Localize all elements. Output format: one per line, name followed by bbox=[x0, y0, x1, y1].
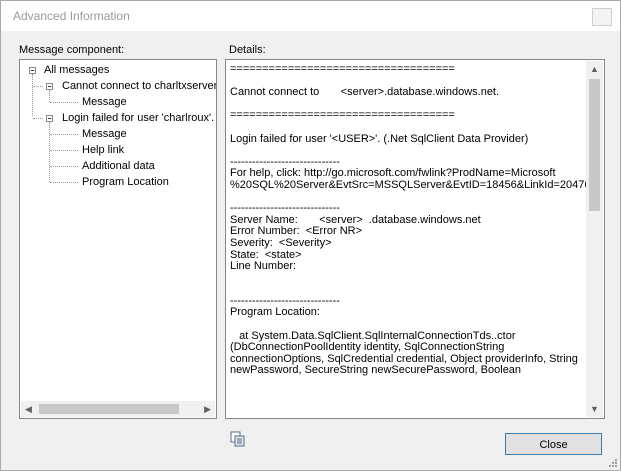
message-component-label: Message component: bbox=[19, 44, 125, 56]
scrollbar-thumb[interactable] bbox=[39, 404, 179, 414]
close-button[interactable]: Close bbox=[505, 433, 602, 455]
tree-horizontal-scrollbar[interactable]: ◀ ▶ bbox=[21, 401, 215, 417]
details-line: Severity: <Severity> bbox=[230, 236, 332, 249]
details-line: Program Location: bbox=[230, 306, 320, 319]
tree-item-additional-data[interactable]: Additional data bbox=[82, 159, 155, 173]
details-line bbox=[230, 319, 586, 331]
copy-icon[interactable] bbox=[229, 431, 247, 447]
tree-item-message[interactable]: Message bbox=[82, 127, 127, 141]
scroll-up-icon[interactable]: ▲ bbox=[590, 64, 599, 74]
tree-item-login-failed[interactable]: Login failed for user 'charlroux'. bbox=[62, 111, 214, 125]
details-line bbox=[230, 273, 586, 285]
details-line: Login failed for user '<USER>'. (.Net Sq… bbox=[230, 132, 529, 145]
details-line bbox=[230, 122, 586, 134]
scroll-right-icon[interactable]: ▶ bbox=[204, 404, 211, 415]
message-component-tree[interactable]: All messages Cannot connect to charltxse… bbox=[19, 59, 217, 419]
details-line bbox=[230, 145, 586, 157]
tree-item-message[interactable]: Message bbox=[82, 95, 127, 109]
title-close-button[interactable] bbox=[592, 8, 612, 26]
details-line: newPassword, SecureString newSecurePassw… bbox=[230, 364, 522, 377]
details-vertical-scrollbar[interactable]: ▲ ▼ bbox=[586, 61, 603, 417]
advanced-information-dialog: Advanced Information Message component: … bbox=[0, 0, 621, 471]
resize-grip-icon[interactable] bbox=[607, 457, 617, 467]
scroll-left-icon[interactable]: ◀ bbox=[25, 404, 32, 415]
details-textbox[interactable]: =================================== Canno… bbox=[225, 59, 605, 419]
window-title: Advanced Information bbox=[13, 9, 130, 23]
tree-item-all-messages[interactable]: All messages bbox=[44, 63, 109, 77]
details-label: Details: bbox=[229, 44, 266, 56]
scroll-down-icon[interactable]: ▼ bbox=[590, 404, 599, 414]
tree-item-help-link[interactable]: Help link bbox=[82, 143, 124, 157]
collapse-all-messages-icon[interactable] bbox=[29, 67, 36, 74]
collapse-login-failed-icon[interactable] bbox=[46, 115, 53, 122]
tree-item-cannot-connect[interactable]: Cannot connect to charltxserver. bbox=[62, 79, 216, 93]
details-content: =================================== Canno… bbox=[230, 64, 586, 414]
details-line: Line Number: bbox=[230, 260, 297, 273]
title-bar: Advanced Information bbox=[1, 1, 620, 31]
collapse-cannot-connect-icon[interactable] bbox=[46, 83, 53, 90]
details-line: =================================== bbox=[230, 109, 455, 122]
tree-item-program-location[interactable]: Program Location bbox=[82, 175, 169, 189]
scrollbar-thumb[interactable] bbox=[589, 79, 600, 211]
details-line: ------------------------------ bbox=[230, 202, 340, 215]
details-line: Cannot connect to <server>.database.wind… bbox=[230, 86, 500, 99]
details-line: %20SQL%20Server&EvtSrc=MSSQLServer&EvtID… bbox=[230, 178, 586, 191]
details-line: =================================== bbox=[230, 64, 455, 75]
